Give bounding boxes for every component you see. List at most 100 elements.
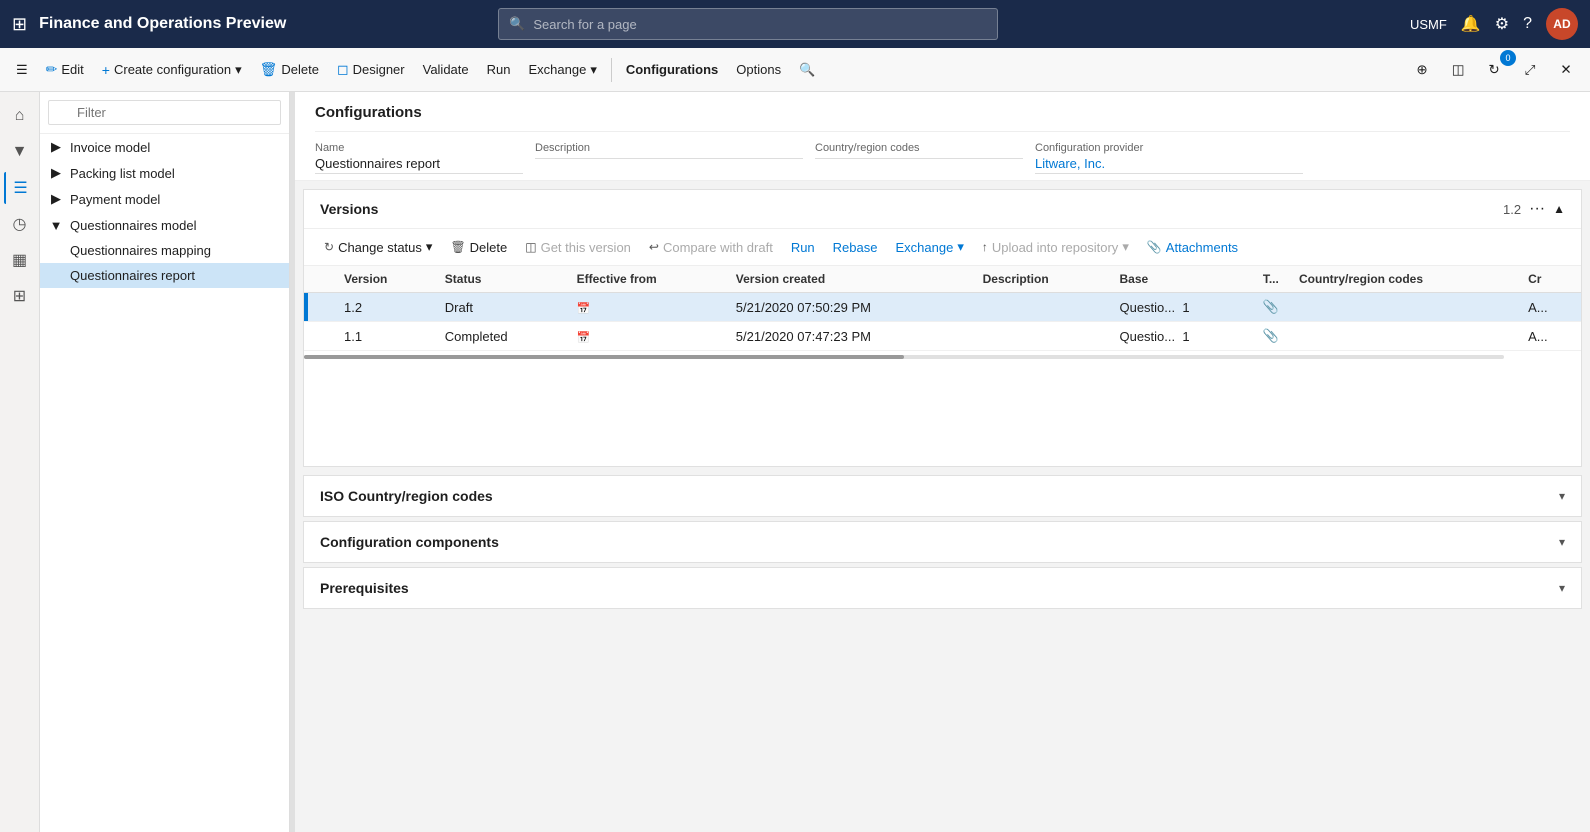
versions-more-icon[interactable]: ···	[1529, 200, 1545, 218]
prerequisites-header[interactable]: Prerequisites ▾	[304, 568, 1581, 608]
prerequisites-section: Prerequisites ▾	[303, 567, 1582, 609]
change-status-dropdown: ▾	[426, 239, 433, 255]
col-country[interactable]: Country/region codes	[1289, 266, 1518, 293]
horizontal-scrollbar[interactable]	[304, 351, 1581, 363]
col-version[interactable]: Version	[334, 266, 435, 293]
settings-icon[interactable]: ⚙	[1495, 14, 1509, 34]
create-config-button[interactable]: + Create configuration ▾	[94, 56, 250, 84]
attachments-button[interactable]: 📎 Attachments	[1139, 236, 1246, 259]
rebase-button[interactable]: Rebase	[825, 236, 886, 259]
delete-button[interactable]: 🗑 Delete	[252, 55, 327, 84]
iso-section-header[interactable]: ISO Country/region codes ▾	[304, 476, 1581, 516]
iso-section-title: ISO Country/region codes	[320, 488, 493, 504]
tree-item-label: Questionnaires model	[70, 218, 196, 233]
user-label: USMF	[1410, 17, 1447, 32]
get-this-version-button[interactable]: ◫ Get this version	[517, 236, 639, 259]
col-version-created[interactable]: Version created	[726, 266, 973, 293]
table-row[interactable]: 1.2Draft📅5/21/2020 07:50:29 PMQuestio...…	[304, 293, 1581, 322]
home-icon-button[interactable]: ⌂	[4, 100, 36, 132]
tree-item-payment-model[interactable]: ▶ Payment model	[40, 186, 289, 212]
help-icon[interactable]: ?	[1523, 15, 1532, 33]
col-base[interactable]: Base	[1109, 266, 1252, 293]
tree-item-packing-list-model[interactable]: ▶ Packing list model	[40, 160, 289, 186]
col-effective-from[interactable]: Effective from	[567, 266, 726, 293]
config-components-section: Configuration components ▾	[303, 521, 1582, 563]
provider-field: Configuration provider Litware, Inc.	[1035, 136, 1315, 180]
versions-toolbar: ↻ Change status ▾ 🗑 Delete ◫ Get this ve…	[304, 229, 1581, 266]
tree-item-questionnaires-model[interactable]: ▼ Questionnaires model	[40, 212, 289, 238]
col-description[interactable]: Description	[973, 266, 1110, 293]
calendar-icon-button[interactable]: ▦	[4, 244, 36, 276]
base-cell: Questio... 1	[1109, 322, 1252, 351]
detach-icon-button[interactable]: ⤢	[1514, 54, 1546, 86]
col-cr[interactable]: Cr	[1518, 266, 1581, 293]
provider-value[interactable]: Litware, Inc.	[1035, 154, 1303, 174]
versions-exchange-button[interactable]: Exchange ▾	[887, 235, 971, 259]
collapse-icon[interactable]: ▲	[1553, 202, 1565, 216]
col-t[interactable]: T...	[1253, 266, 1289, 293]
expand-icon: ▶	[48, 191, 64, 207]
effective-from-cell: 📅	[567, 293, 726, 322]
table-row[interactable]: 1.1Completed📅5/21/2020 07:47:23 PMQuesti…	[304, 322, 1581, 351]
close-icon-button[interactable]: ✕	[1550, 54, 1582, 86]
pin-icon-button[interactable]: ⊕	[1406, 54, 1438, 86]
get-version-icon: ◫	[525, 240, 536, 254]
search-box[interactable]: 🔍	[498, 8, 998, 40]
expand-icon: ▶	[48, 139, 64, 155]
designer-button[interactable]: ◻ Designer	[329, 55, 413, 84]
versions-section: Versions 1.2 ··· ▲ ↻ Change status ▾ 🗑 D…	[303, 189, 1582, 467]
t-cell: 📎	[1253, 293, 1289, 322]
provider-label: Configuration provider	[1035, 142, 1303, 154]
search-toolbar-button[interactable]: 🔍	[791, 56, 823, 84]
change-status-button[interactable]: ↻ Change status ▾	[316, 235, 440, 259]
clock-icon-button[interactable]: ◷	[4, 208, 36, 240]
versions-delete-button[interactable]: 🗑 Delete	[442, 236, 515, 259]
grid-icon[interactable]: ⊞	[12, 14, 27, 35]
versions-section-header[interactable]: Versions 1.2 ··· ▲	[304, 190, 1581, 229]
compare-with-draft-button[interactable]: ↩ Compare with draft	[641, 236, 781, 259]
panel-icon-button[interactable]: ◫	[1442, 54, 1474, 86]
app-title: Finance and Operations Preview	[39, 15, 286, 33]
notification-icon[interactable]: 🔔	[1461, 14, 1481, 34]
cr-cell: A...	[1518, 322, 1581, 351]
config-components-header[interactable]: Configuration components ▾	[304, 522, 1581, 562]
tree-item-invoice-model[interactable]: ▶ Invoice model	[40, 134, 289, 160]
list-icon-button[interactable]: ☰	[4, 172, 36, 204]
tree-item-questionnaires-report[interactable]: Questionnaires report	[40, 263, 289, 288]
versions-table-wrapper: Version Status Effective from Version cr…	[304, 266, 1581, 466]
hamburger-button[interactable]: ☰	[8, 56, 36, 84]
exchange-button[interactable]: Exchange ▾	[520, 56, 604, 84]
edit-icon: ✏	[46, 61, 58, 78]
table-icon-button[interactable]: ⊞	[4, 280, 36, 312]
tree-panel: 🔍 ▶ Invoice model ▶ Packing list model ▶…	[40, 92, 290, 832]
sidebar-icons: ⌂ ▼ ☰ ◷ ▦ ⊞	[0, 92, 40, 832]
filter-icon-button[interactable]: ▼	[4, 136, 36, 168]
refresh-icon-button[interactable]: ↻ 0	[1478, 54, 1510, 86]
tree-filter-area: 🔍	[40, 92, 289, 134]
avatar[interactable]: AD	[1546, 8, 1578, 40]
prerequisites-chevron-icon: ▾	[1559, 581, 1565, 595]
versions-table-header-row: Version Status Effective from Version cr…	[304, 266, 1581, 293]
main-toolbar: ☰ ✏ Edit + Create configuration ▾ 🗑 Dele…	[0, 48, 1590, 92]
col-status[interactable]: Status	[435, 266, 567, 293]
search-input[interactable]	[533, 17, 987, 32]
description-value	[535, 154, 803, 159]
tree-filter-input[interactable]	[48, 100, 281, 125]
tree-item-label: Packing list model	[70, 166, 175, 181]
attachments-icon: 📎	[1147, 240, 1162, 254]
description-label: Description	[535, 142, 803, 154]
tree-item-questionnaires-mapping[interactable]: Questionnaires mapping	[40, 238, 289, 263]
prerequisites-title: Prerequisites	[320, 580, 409, 596]
exchange-arrow-icon: ▾	[957, 239, 964, 255]
run-button[interactable]: Run	[479, 56, 519, 83]
tree-item-label: Questionnaires report	[70, 268, 195, 283]
versions-run-button[interactable]: Run	[783, 236, 823, 259]
configurations-button[interactable]: Configurations	[618, 56, 726, 83]
cr-cell: A...	[1518, 293, 1581, 322]
options-button[interactable]: Options	[728, 56, 789, 83]
edit-button[interactable]: ✏ Edit	[38, 55, 92, 84]
delete-icon: 🗑	[260, 61, 278, 78]
name-field: Name Questionnaires report	[315, 136, 535, 180]
upload-into-repository-button[interactable]: ↑ Upload into repository ▾	[974, 235, 1137, 259]
validate-button[interactable]: Validate	[415, 56, 477, 83]
